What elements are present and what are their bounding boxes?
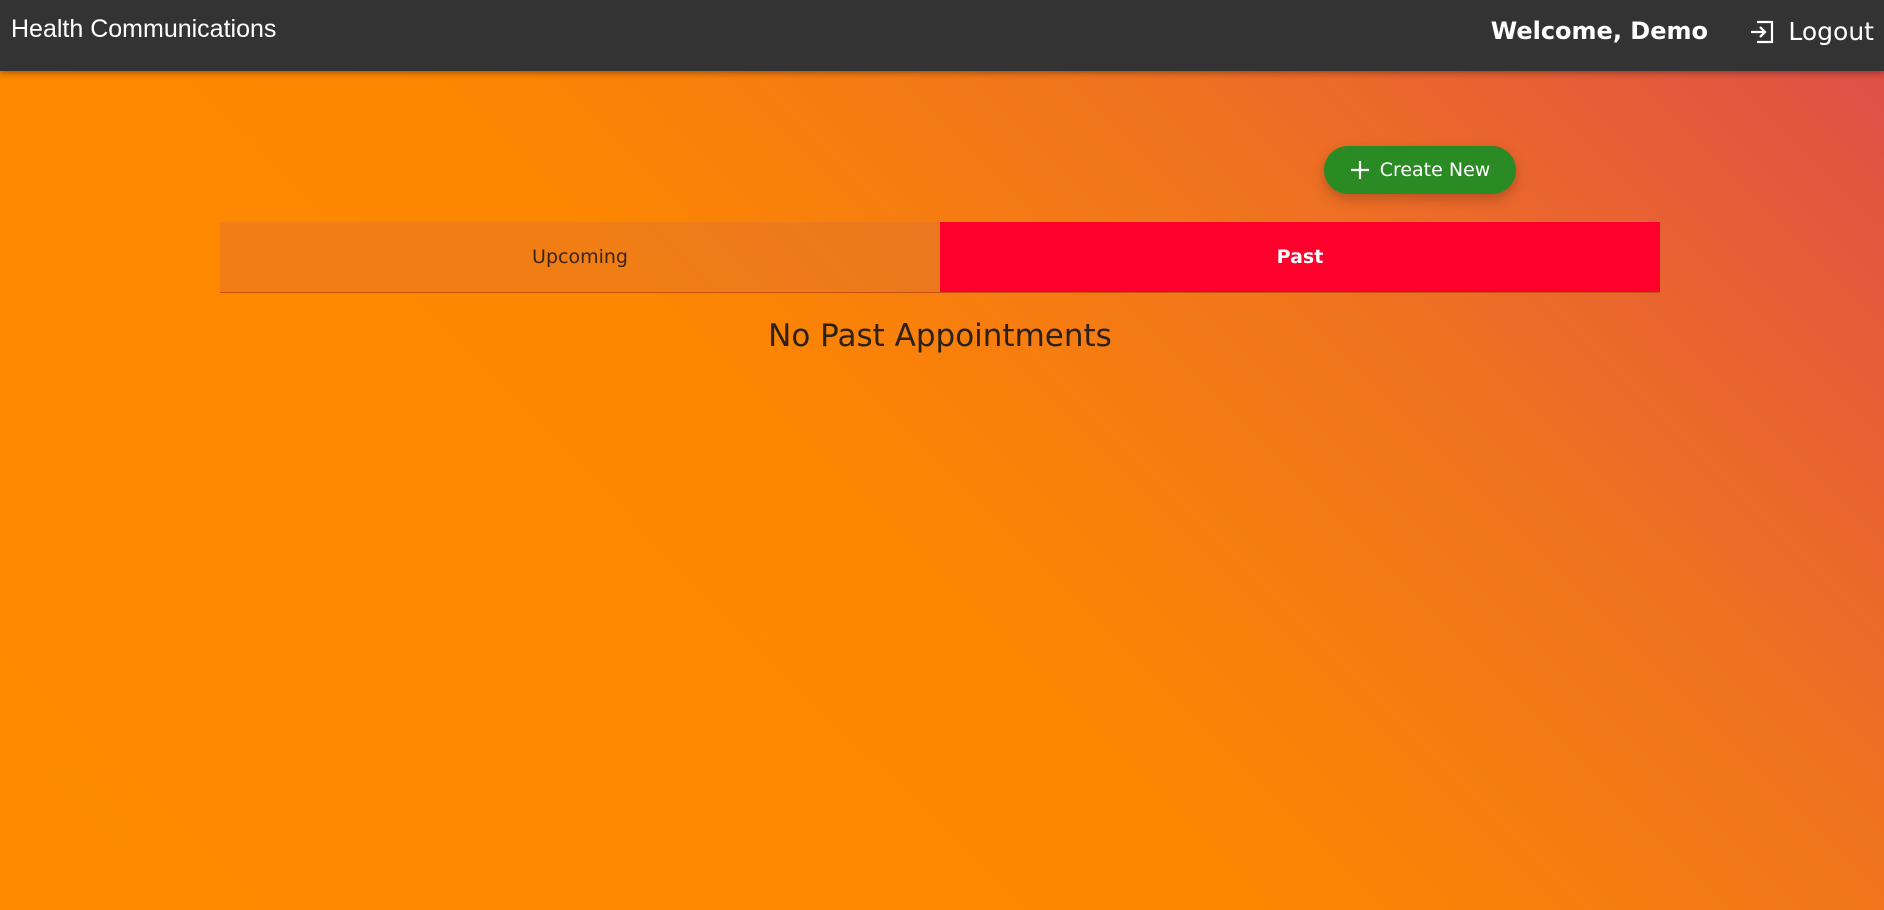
top-navbar: Health Communications Welcome, Demo Logo… bbox=[0, 0, 1884, 71]
welcome-text: Welcome, Demo bbox=[1490, 17, 1708, 45]
plus-icon bbox=[1350, 160, 1370, 180]
appointment-tabs: Upcoming Past bbox=[220, 222, 1660, 293]
tab-past[interactable]: Past bbox=[940, 222, 1660, 292]
empty-state-message: No Past Appointments bbox=[768, 318, 1112, 354]
tab-upcoming[interactable]: Upcoming bbox=[220, 222, 940, 292]
app-title[interactable]: Health Communications bbox=[11, 14, 276, 44]
logout-label: Logout bbox=[1788, 17, 1874, 46]
create-new-label: Create New bbox=[1379, 159, 1491, 181]
logout-button[interactable]: Logout bbox=[1748, 14, 1874, 50]
create-new-button[interactable]: Create New bbox=[1324, 146, 1516, 194]
logout-icon bbox=[1748, 18, 1776, 46]
